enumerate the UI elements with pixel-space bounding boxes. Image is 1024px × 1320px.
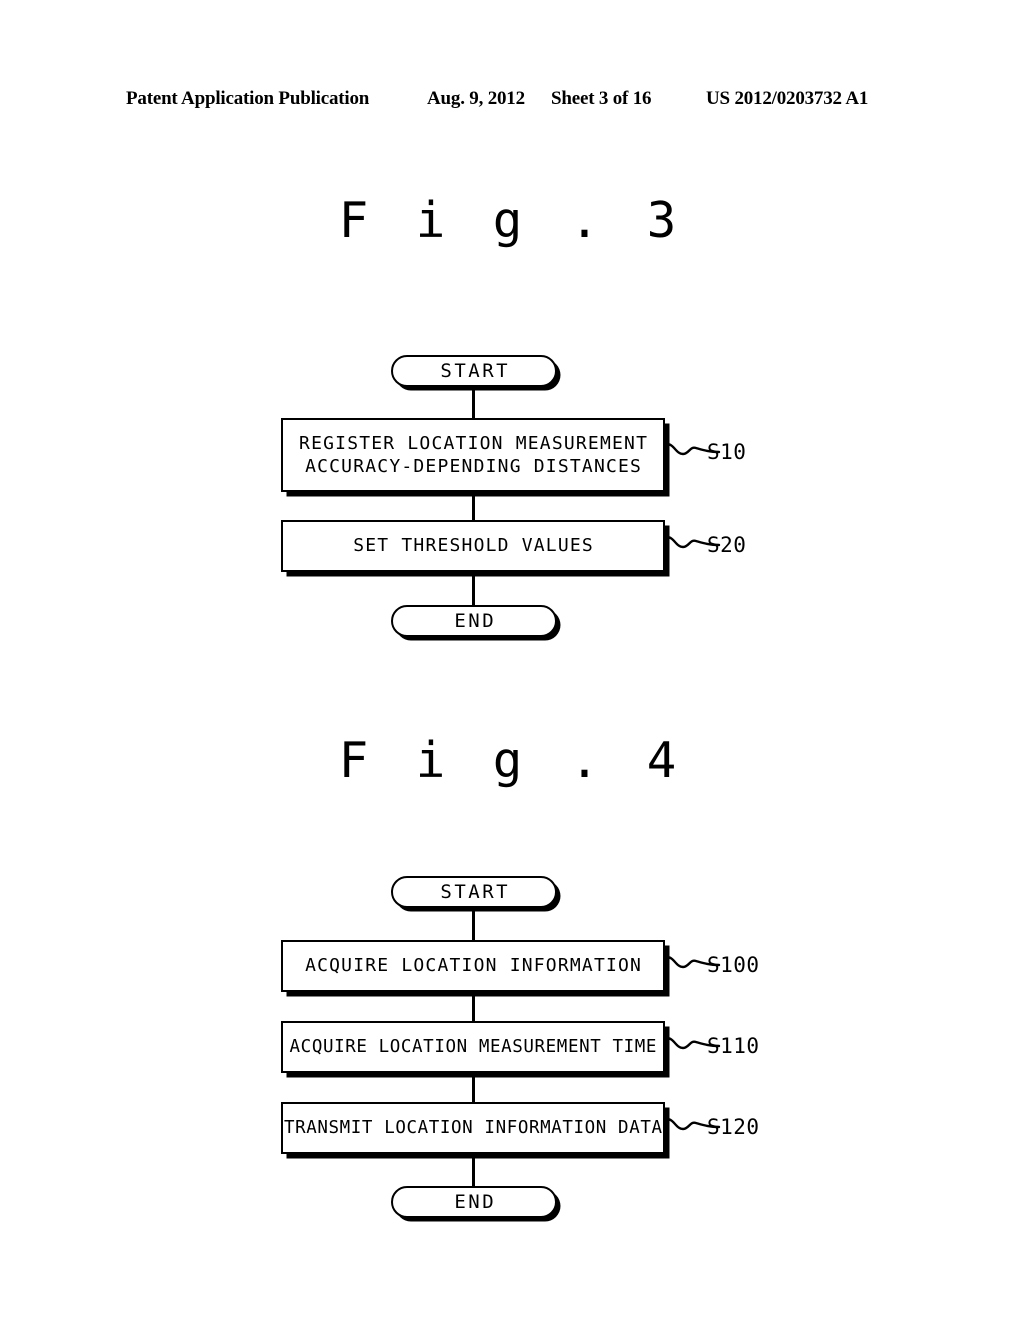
fig4-step-box-s100: ACQUIRE LOCATION INFORMATION xyxy=(281,940,665,992)
fig4-step-box-s110: ACQUIRE LOCATION MEASUREMENT TIME xyxy=(281,1021,665,1073)
fig4-end-label: END xyxy=(454,1190,497,1213)
fig4-step-box-s120: TRANSMIT LOCATION INFORMATION DATA xyxy=(281,1102,665,1154)
fig4-connector-start-to-step1 xyxy=(472,908,475,940)
fig4-connector-step3-to-end xyxy=(472,1154,475,1186)
fig4-step-ref-s100: S100 xyxy=(707,953,760,977)
fig4-connector-step1-to-step2 xyxy=(472,992,475,1021)
fig4-start-terminator: START xyxy=(391,876,557,908)
figure-4-flowchart: START ACQUIRE LOCATION INFORMATION S100 … xyxy=(0,0,1024,1320)
fig4-step-s120-line1: TRANSMIT LOCATION INFORMATION DATA xyxy=(283,1117,663,1138)
fig4-step-ref-s110: S110 xyxy=(707,1034,760,1058)
fig4-end-terminator: END xyxy=(391,1186,557,1218)
fig4-step-s100-line1: ACQUIRE LOCATION INFORMATION xyxy=(305,955,643,977)
fig4-step-ref-s120: S120 xyxy=(707,1115,760,1139)
fig4-connector-step2-to-step3 xyxy=(472,1073,475,1102)
fig4-step-s110-line1: ACQUIRE LOCATION MEASUREMENT TIME xyxy=(289,1036,658,1057)
fig4-start-label: START xyxy=(440,880,511,903)
